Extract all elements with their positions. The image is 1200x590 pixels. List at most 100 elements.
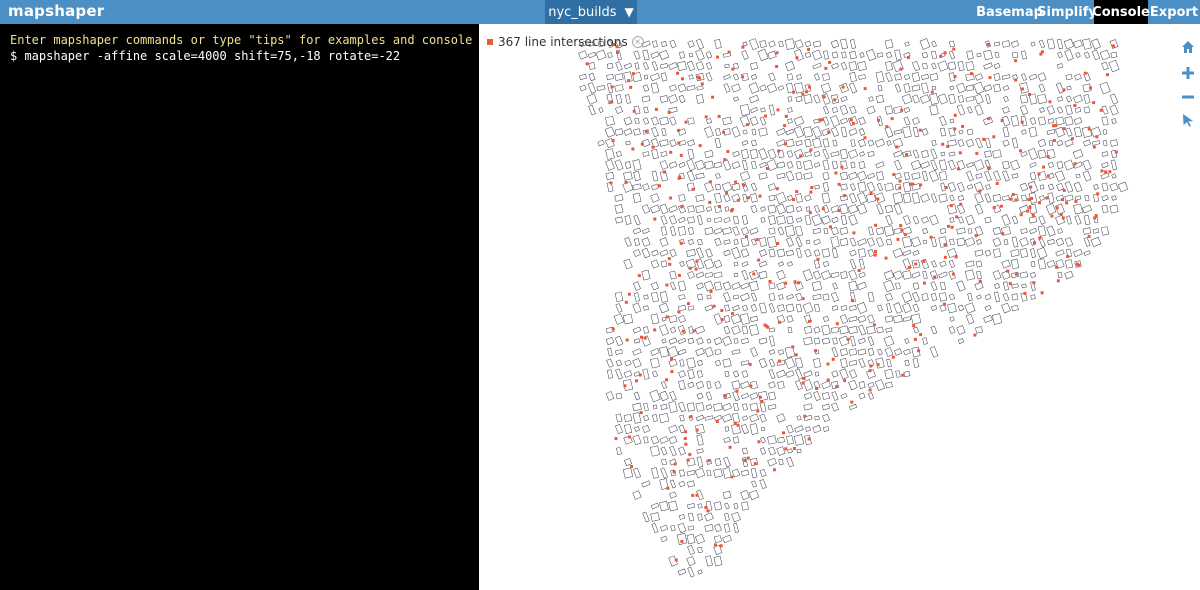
intersection-point xyxy=(624,180,628,184)
intersection-point xyxy=(777,149,781,153)
intersection-point xyxy=(814,349,818,353)
intersection-point xyxy=(718,205,722,209)
intersection-point xyxy=(917,349,921,353)
intersection-point xyxy=(929,235,933,239)
pointer-icon[interactable] xyxy=(1181,113,1195,127)
intersection-point xyxy=(638,373,642,377)
intersection-point xyxy=(919,183,923,187)
intersection-point xyxy=(746,456,750,460)
intersection-point xyxy=(803,414,807,418)
intersection-point xyxy=(829,225,832,229)
intersection-point xyxy=(952,47,956,51)
zoom-in-icon[interactable] xyxy=(1181,66,1195,80)
intersection-point xyxy=(1073,104,1077,107)
intersection-point xyxy=(841,85,845,89)
intersection-point xyxy=(673,462,677,466)
intersection-point xyxy=(747,196,750,200)
intersection-point xyxy=(1087,234,1091,238)
intersection-point xyxy=(795,56,799,60)
intersection-point xyxy=(764,114,768,118)
intersection-point xyxy=(885,125,889,129)
intersection-point xyxy=(808,211,812,215)
intersection-point xyxy=(1023,291,1027,295)
intersection-point xyxy=(783,124,787,128)
intersection-point xyxy=(863,136,867,140)
intersection-point xyxy=(907,56,910,59)
intersection-point xyxy=(1108,170,1112,174)
intersection-point xyxy=(869,192,873,195)
console-message: Enter mapshaper commands or type "tips" … xyxy=(10,33,509,47)
intersection-point xyxy=(683,437,687,440)
dropdown-arrow-icon: ▼ xyxy=(624,5,634,19)
intersection-point xyxy=(900,228,904,232)
intersection-point xyxy=(669,150,673,154)
intersection-point xyxy=(672,470,676,474)
layer-selector-button[interactable]: nyc_builds ▼ xyxy=(545,0,637,24)
intersection-point xyxy=(949,204,953,208)
zoom-out-icon[interactable] xyxy=(1181,90,1195,104)
intersection-point xyxy=(1030,196,1034,200)
export-button[interactable]: Export xyxy=(1148,0,1200,24)
intersection-point xyxy=(863,87,867,91)
intersection-point xyxy=(1092,101,1096,105)
intersection-point xyxy=(946,144,950,148)
intersection-point xyxy=(943,302,946,306)
intersection-point xyxy=(715,420,719,423)
intersection-point xyxy=(1073,162,1077,166)
intersection-point xyxy=(914,262,918,266)
close-icon[interactable]: × xyxy=(631,36,644,48)
intersection-point xyxy=(809,190,813,194)
intersection-point xyxy=(695,493,699,497)
intersection-point xyxy=(868,388,872,392)
intersection-point xyxy=(681,329,685,333)
intersection-point xyxy=(907,266,911,270)
simplify-button[interactable]: Simplify xyxy=(1037,0,1097,24)
intersection-point xyxy=(827,130,831,134)
intersection-point xyxy=(852,231,856,235)
intersection-point xyxy=(713,543,717,547)
intersection-point xyxy=(872,323,876,327)
intersection-point xyxy=(801,297,805,301)
intersection-point xyxy=(794,353,798,357)
intersection-point xyxy=(708,180,712,184)
building-outlines xyxy=(578,38,1129,578)
intersection-point xyxy=(666,486,670,490)
intersection-point xyxy=(728,445,732,449)
intersection-point xyxy=(749,384,753,388)
console-command-line[interactable]: $ mapshaper -affine scale=4000 shift=75,… xyxy=(10,48,400,64)
intersection-point xyxy=(665,283,669,287)
basemap-button[interactable]: Basemap xyxy=(976,0,1043,24)
intersection-point xyxy=(775,65,779,68)
intersection-point xyxy=(1033,241,1036,245)
intersection-point xyxy=(1095,135,1099,139)
intersection-point xyxy=(943,243,947,247)
map-view[interactable]: 367 line intersections × xyxy=(479,24,1200,590)
intersection-point xyxy=(834,171,838,175)
intersection-point xyxy=(691,187,695,191)
intersection-point xyxy=(1061,216,1065,220)
intersection-point xyxy=(1052,139,1056,142)
intersection-point xyxy=(955,215,959,219)
console-panel[interactable]: Enter mapshaper commands or type "tips" … xyxy=(0,24,509,590)
intersection-point xyxy=(644,129,648,133)
intersection-point xyxy=(992,206,996,210)
console-button[interactable]: Console xyxy=(1092,0,1150,24)
intersection-point xyxy=(1028,93,1031,96)
intersection-point xyxy=(792,198,795,202)
intersection-point xyxy=(824,66,828,70)
intersection-point xyxy=(1040,291,1044,295)
intersection-point xyxy=(763,323,767,327)
intersection-point xyxy=(653,328,657,332)
intersection-point xyxy=(667,110,671,114)
intersection-point xyxy=(610,85,614,89)
intersection-point xyxy=(868,369,872,373)
intersection-point xyxy=(958,151,962,155)
intersection-point xyxy=(837,209,841,213)
app-logo: mapshaper xyxy=(8,2,105,20)
intersection-point xyxy=(988,76,992,80)
intersection-point xyxy=(745,235,748,239)
home-icon[interactable] xyxy=(1181,40,1195,54)
intersection-point xyxy=(733,421,737,425)
intersection-point xyxy=(1028,206,1032,210)
map-canvas[interactable] xyxy=(479,24,1200,590)
